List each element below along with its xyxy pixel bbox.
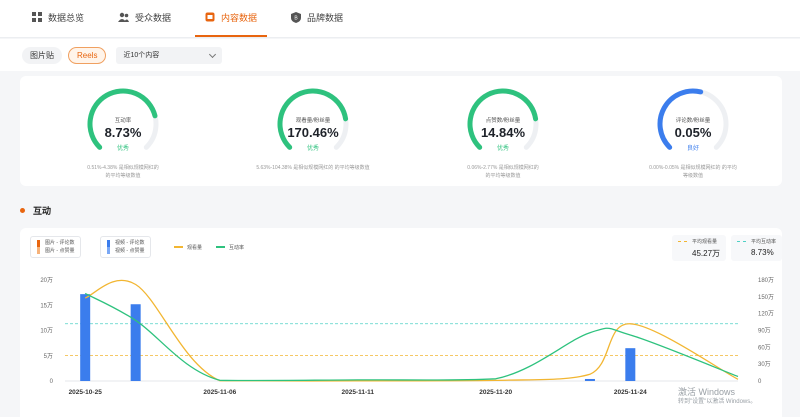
desc-line: 0.06%-2.77% 是相似规模网红的 [467,165,539,171]
y-right-tick: 150万 [758,294,774,301]
desc-line: 的平均等级数值 [485,173,521,179]
x-tick-label: 2025-11-11 [341,389,374,396]
grid-icon [32,12,42,22]
y-left-tick: 15万 [40,302,53,309]
gauge-status: 良好 [686,146,699,152]
gauge-value: 14.84% [480,125,526,140]
bar-video-likes [130,304,141,381]
pill-reels[interactable]: Reels [68,46,107,64]
desc-line: 0.51%-4.38% 是相似规模网红的 [87,165,159,171]
engagement-line [84,292,739,382]
select-value: 近10个内容 [123,51,160,59]
tab-label: 受众数据 [135,12,172,23]
gauge-description: 5.63%-104.38% 是相似规模网红的 的平均等级数值 [235,164,391,172]
tab-content[interactable]: 内容数据 [195,0,268,37]
gauge-status: 优秀 [306,146,319,152]
x-tick-label: 2025-11-24 [614,389,647,396]
desc-line: 5.63%-104.38% 是相似规模网红的 的平均等级数值 [256,165,370,171]
y-right-tick: 0 [758,379,762,385]
y-right-tick: 180万 [758,277,774,284]
chevron-down-icon [209,50,217,58]
x-tick-label: 2025-10-25 [69,389,103,396]
y-left-tick: 0 [50,379,54,385]
tab-audience[interactable]: 受众数据 [108,0,181,37]
y-left-tick: 5万 [44,353,53,360]
y-right-tick: 60万 [758,344,771,351]
y-left-tick: 20万 [40,277,53,284]
gauge-views-per-follower: 观看量/粉丝量 170.46% 优秀 5.63%-104.38% 是相似规模网红… [233,86,393,186]
views-line [84,279,739,382]
bar-video-likes [80,294,91,381]
watermark-line: 激活 Windows [678,387,736,397]
desc-line: 等级数值 [682,173,703,179]
watermark-line: 转到"设置"以激活 Windows。 [678,399,757,405]
gauge-description: 0.00%-0.05% 是相似规模网红的 的平均 等级数值 [615,164,771,180]
gauge-status: 优秀 [116,146,129,152]
section-dot [20,208,25,213]
tab-label: 内容数据 [221,12,258,23]
content-range-select[interactable]: 近10个内容 [116,46,223,64]
windows-activation-watermark: 激活 Windows 转到"设置"以激活 Windows。 [678,387,756,407]
gauge-value: 8.73% [104,125,142,140]
tab-brand[interactable]: B 品牌数据 [281,0,353,37]
users-icon [118,12,130,22]
interaction-chart-card: 图片 - 评论数 图片 - 点赞量 视频 - 评论数 视频 - 点赞量 观看量 互动… [20,228,782,417]
y-right-tick: 30万 [758,361,771,368]
gauge-label: 观看量/粉丝量 [295,118,331,124]
x-tick-label: 2025-11-06 [203,389,236,396]
gauge-comments-per-follower: 评论数/粉丝量 0.05% 良好 0.00%-0.05% 是相似规模网红的 的平… [613,86,773,186]
content-icon [205,12,215,22]
bar-video-likes [584,378,595,381]
metric-gauges: 互动率 8.73% 优秀 0.51%-4.38% 是相似规模网红的 的平均等级数值… [20,76,782,186]
y-left-tick: 10万 [40,328,53,335]
gauge-likes-per-follower: 点赞数/粉丝量 14.84% 优秀 0.06%-2.77% 是相似规模网红的 的平… [423,86,583,186]
gauge-value: 0.05% [674,125,712,140]
pill-image-posts[interactable]: 图片贴 [22,46,62,64]
bar-video-likes [625,348,636,381]
gauge-description: 0.51%-4.38% 是相似规模网红的 的平均等级数值 [45,164,201,180]
y-right-tick: 90万 [758,328,771,335]
gauge-value: 170.46% [287,125,339,140]
gauge-label: 评论数/粉丝量 [675,118,711,124]
tab-overview[interactable]: 数据总览 [22,0,94,37]
x-tick-label: 2025-11-20 [479,389,512,396]
filter-bar: 图片贴 Reels 近10个内容 [0,39,800,71]
tab-label: 品牌数据 [307,12,344,23]
desc-line: 的平均等级数值 [105,173,141,179]
top-nav: 数据总览 受众数据 内容数据 B 品牌数据 [0,0,800,38]
tab-label: 数据总览 [48,12,85,23]
interaction-chart: 0 5万 10万 15万 20万 0 30万 60万 90万 120万 150万 180万 2025-1… [40,277,774,396]
y-right-tick: 120万 [758,311,774,318]
section-title: 互动 [20,204,51,217]
brand-shield-icon: B [291,11,302,23]
desc-line: 0.00%-0.05% 是相似规模网红的 的平均 [649,165,737,171]
gauge-status: 优秀 [496,146,509,152]
gauge-label: 点赞数/粉丝量 [485,118,521,124]
gauge-engagement-rate: 互动率 8.73% 优秀 0.51%-4.38% 是相似规模网红的 的平均等级数值 [43,86,203,186]
gauge-description: 0.06%-2.77% 是相似规模网红的 的平均等级数值 [425,164,581,180]
section-title-text: 互动 [33,206,52,216]
gauge-label: 互动率 [114,118,132,124]
